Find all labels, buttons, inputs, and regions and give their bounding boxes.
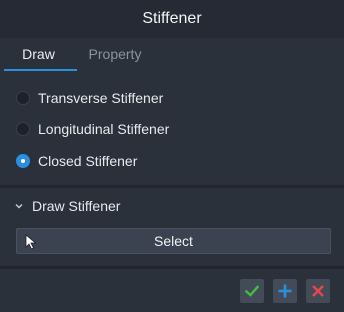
- stiffener-type-group: Transverse Stiffener Longitudinal Stiffe…: [0, 71, 344, 185]
- add-button[interactable]: [273, 279, 297, 303]
- cancel-button[interactable]: [306, 279, 330, 303]
- chevron-down-icon: [14, 201, 24, 211]
- option-longitudinal-stiffener[interactable]: Longitudinal Stiffener: [16, 117, 169, 141]
- window-title: Stiffener: [0, 0, 344, 38]
- draw-stiffener-section: Draw Stiffener Select: [0, 188, 344, 266]
- option-transverse-stiffener[interactable]: Transverse Stiffener: [16, 86, 163, 110]
- option-label: Closed Stiffener: [38, 153, 138, 169]
- cursor-arrow-icon: [25, 234, 37, 250]
- option-closed-stiffener[interactable]: Closed Stiffener: [16, 149, 137, 173]
- stiffener-panel: Stiffener Draw Property Transverse Stiff…: [0, 0, 344, 312]
- tab-draw[interactable]: Draw: [0, 38, 77, 70]
- plus-icon: [278, 284, 292, 298]
- option-label: Transverse Stiffener: [38, 90, 164, 106]
- ok-button[interactable]: [240, 279, 264, 303]
- radio-button-selected[interactable]: [16, 154, 30, 168]
- select-label: Select: [154, 233, 193, 249]
- tab-property[interactable]: Property: [77, 38, 153, 70]
- radio-button[interactable]: [16, 91, 30, 105]
- check-icon: [244, 285, 260, 297]
- action-bar: [0, 269, 344, 312]
- section-toggle[interactable]: Draw Stiffener: [14, 198, 120, 214]
- close-icon: [312, 285, 324, 297]
- option-label: Longitudinal Stiffener: [38, 121, 170, 137]
- section-title: Draw Stiffener: [32, 198, 121, 214]
- radio-button[interactable]: [16, 122, 30, 136]
- tab-bar: Draw Property: [0, 38, 344, 72]
- select-button[interactable]: Select: [16, 228, 331, 254]
